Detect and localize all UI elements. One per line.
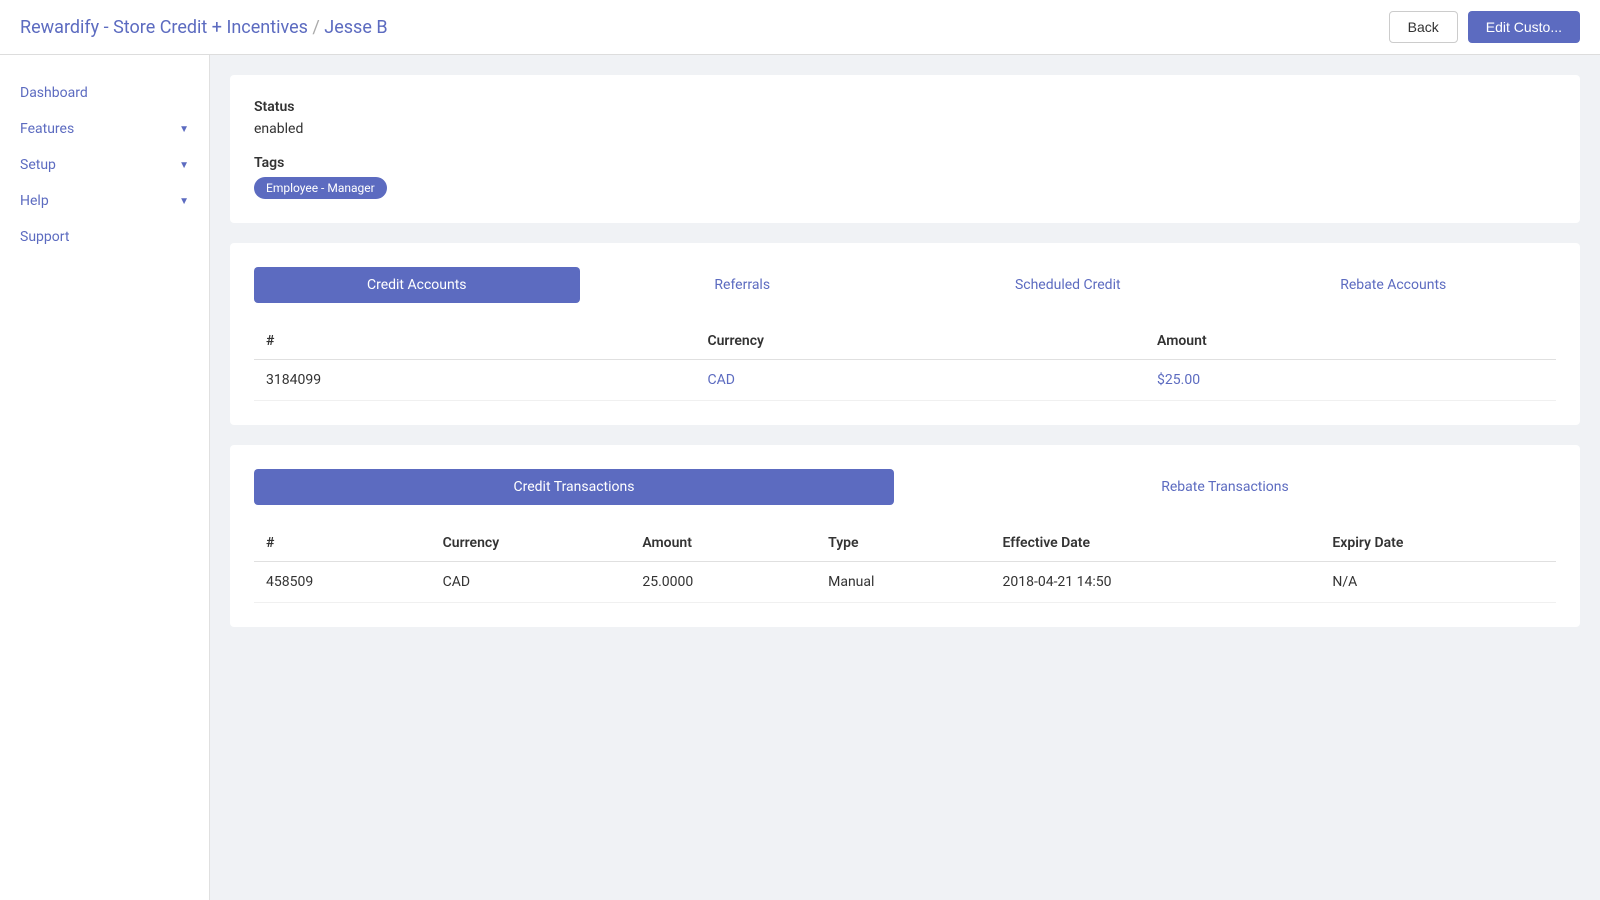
tab-credit-accounts[interactable]: Credit Accounts bbox=[254, 267, 580, 303]
tags-container: Employee - Manager bbox=[254, 177, 1556, 199]
col-header-amount: Amount bbox=[630, 525, 816, 562]
chevron-down-icon: ▼ bbox=[179, 160, 189, 171]
credit-accounts-header-row: # Currency Amount bbox=[254, 323, 1556, 360]
transactions-table: # Currency Amount Type Effective Date Ex… bbox=[254, 525, 1556, 603]
status-value: enabled bbox=[254, 121, 1556, 137]
sidebar-setup-label: Setup bbox=[20, 157, 56, 173]
transaction-amount: 25.0000 bbox=[630, 562, 816, 603]
customer-info-card: Status enabled Tags Employee - Manager bbox=[230, 75, 1580, 223]
account-currency: CAD bbox=[695, 360, 1145, 401]
currency-link[interactable]: CAD bbox=[707, 372, 734, 388]
tab-referrals[interactable]: Referrals bbox=[580, 267, 906, 303]
transaction-expiry-date: N/A bbox=[1320, 562, 1556, 603]
col-header-currency: Currency bbox=[695, 323, 1145, 360]
title-separator: / bbox=[308, 17, 324, 38]
tags-label: Tags bbox=[254, 155, 1556, 171]
credit-accounts-card: Credit Accounts Referrals Scheduled Cred… bbox=[230, 243, 1580, 425]
table-row: 458509 CAD 25.0000 Manual 2018-04-21 14:… bbox=[254, 562, 1556, 603]
tab-rebate-transactions[interactable]: Rebate Transactions bbox=[894, 469, 1556, 505]
sidebar: Dashboard Features ▼ Setup ▼ Help ▼ Supp… bbox=[0, 55, 210, 900]
status-label: Status bbox=[254, 99, 1556, 115]
transactions-header-row: # Currency Amount Type Effective Date Ex… bbox=[254, 525, 1556, 562]
sidebar-help-label: Help bbox=[20, 193, 49, 209]
transaction-currency: CAD bbox=[431, 562, 631, 603]
main-content: Status enabled Tags Employee - Manager C… bbox=[210, 55, 1600, 900]
tab-rebate-accounts[interactable]: Rebate Accounts bbox=[1231, 267, 1557, 303]
credit-accounts-table: # Currency Amount 3184099 CAD $25.00 bbox=[254, 323, 1556, 401]
credit-transactions-card: Credit Transactions Rebate Transactions … bbox=[230, 445, 1580, 627]
sidebar-item-features[interactable]: Features ▼ bbox=[0, 111, 209, 147]
col-header-amount: Amount bbox=[1145, 323, 1556, 360]
col-header-expiry-date: Expiry Date bbox=[1320, 525, 1556, 562]
customer-name: Jesse B bbox=[324, 17, 387, 38]
transaction-type: Manual bbox=[816, 562, 990, 603]
sidebar-item-dashboard[interactable]: Dashboard bbox=[0, 75, 209, 111]
col-header-id: # bbox=[254, 525, 431, 562]
tag-employee-manager: Employee - Manager bbox=[254, 177, 387, 199]
sidebar-item-setup[interactable]: Setup ▼ bbox=[0, 147, 209, 183]
back-button[interactable]: Back bbox=[1389, 11, 1458, 43]
account-id: 3184099 bbox=[254, 360, 695, 401]
sidebar-features-label: Features bbox=[20, 121, 74, 137]
app-name: Rewardify - Store Credit + Incentives bbox=[20, 17, 308, 38]
col-header-id: # bbox=[254, 323, 695, 360]
sidebar-item-support[interactable]: Support bbox=[0, 219, 209, 255]
credit-tabs: Credit Accounts Referrals Scheduled Cred… bbox=[254, 267, 1556, 303]
col-header-effective-date: Effective Date bbox=[990, 525, 1320, 562]
transaction-tabs: Credit Transactions Rebate Transactions bbox=[254, 469, 1556, 505]
sidebar-dashboard-label: Dashboard bbox=[20, 85, 88, 101]
account-amount: $25.00 bbox=[1145, 360, 1556, 401]
header-actions: Back Edit Custo... bbox=[1389, 11, 1580, 43]
sidebar-support-label: Support bbox=[20, 229, 69, 245]
main-layout: Dashboard Features ▼ Setup ▼ Help ▼ Supp… bbox=[0, 0, 1600, 900]
col-header-currency: Currency bbox=[431, 525, 631, 562]
transaction-id: 458509 bbox=[254, 562, 431, 603]
edit-customer-button[interactable]: Edit Custo... bbox=[1468, 11, 1580, 43]
page-title: Rewardify - Store Credit + Incentives / … bbox=[20, 17, 388, 38]
col-header-type: Type bbox=[816, 525, 990, 562]
tab-scheduled-credit[interactable]: Scheduled Credit bbox=[905, 267, 1231, 303]
table-row: 3184099 CAD $25.00 bbox=[254, 360, 1556, 401]
sidebar-item-help[interactable]: Help ▼ bbox=[0, 183, 209, 219]
transaction-effective-date: 2018-04-21 14:50 bbox=[990, 562, 1320, 603]
chevron-down-icon: ▼ bbox=[179, 196, 189, 207]
chevron-down-icon: ▼ bbox=[179, 124, 189, 135]
app-header: Rewardify - Store Credit + Incentives / … bbox=[0, 0, 1600, 55]
tab-credit-transactions[interactable]: Credit Transactions bbox=[254, 469, 894, 505]
